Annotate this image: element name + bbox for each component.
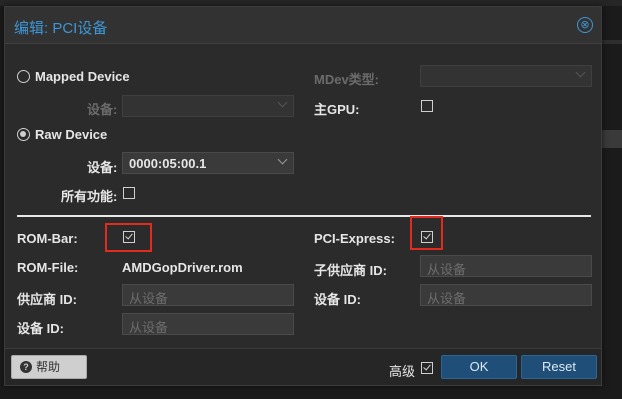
primary-gpu-label: 主GPU:: [314, 102, 360, 117]
help-button[interactable]: ? 帮助: [11, 355, 87, 379]
rom-bar-highlight-box: [105, 223, 152, 252]
sub-vendor-id-label: 子供应商 ID:: [314, 263, 387, 278]
dialog-title: 编辑: PCI设备: [14, 20, 108, 37]
raw-device-select[interactable]: 0000:05:00.1: [122, 152, 294, 174]
vendor-id-input[interactable]: 从设备: [122, 284, 294, 306]
pci-express-highlight-box: [410, 216, 443, 250]
mapped-device-radio[interactable]: [17, 70, 30, 83]
raw-device-field-label: 设备:: [87, 160, 118, 175]
advanced-separator: [17, 215, 591, 217]
close-icon[interactable]: ⊗: [577, 17, 593, 33]
primary-gpu-checkbox[interactable]: [421, 100, 433, 112]
device-id-input[interactable]: 从设备: [420, 284, 592, 306]
chevron-down-icon: [277, 97, 288, 108]
mdev-type-select[interactable]: [420, 65, 592, 87]
mapped-device-field-label: 设备:: [87, 102, 118, 117]
mapped-device-label: Mapped Device: [35, 69, 130, 84]
rom-file-label: ROM-File:: [17, 260, 79, 275]
help-button-label: 帮助: [36, 360, 61, 374]
all-functions-checkbox[interactable]: [123, 187, 135, 199]
all-functions-label: 所有功能:: [61, 189, 118, 204]
rom-bar-label: ROM-Bar:: [17, 231, 78, 246]
raw-device-label: Raw Device: [35, 127, 108, 142]
advanced-label: 高级: [389, 364, 416, 379]
rom-file-value: AMDGopDriver.rom: [122, 260, 243, 275]
chevron-down-icon: [277, 154, 288, 165]
dialog-titlebar: 编辑: PCI设备 ⊗: [5, 7, 601, 44]
ok-button[interactable]: OK: [441, 355, 517, 379]
background-row: [602, 130, 622, 148]
dialog-footer: ? 帮助 高级 OK Reset: [5, 348, 601, 385]
edit-pci-device-dialog: 编辑: PCI设备 ⊗ Mapped Device 设备: MDev类型: 主G…: [4, 6, 602, 386]
chevron-down-icon: [575, 67, 586, 78]
raw-device-radio[interactable]: [17, 128, 30, 141]
vendor-id-label: 供应商 ID:: [17, 292, 77, 307]
sub-vendor-id-input[interactable]: 从设备: [420, 255, 592, 277]
pci-express-label: PCI-Express:: [314, 231, 395, 246]
background-row: [602, 40, 622, 44]
reset-button[interactable]: Reset: [521, 355, 597, 379]
device-id-label: 设备 ID:: [314, 292, 361, 307]
sub-device-id-label: 设备 ID:: [17, 321, 64, 336]
mapped-device-select[interactable]: [122, 95, 294, 117]
sub-device-id-input[interactable]: 从设备: [122, 313, 294, 335]
question-circle-icon: ?: [20, 361, 32, 373]
mdev-type-label: MDev类型:: [314, 72, 380, 87]
advanced-checkbox[interactable]: [421, 362, 433, 374]
